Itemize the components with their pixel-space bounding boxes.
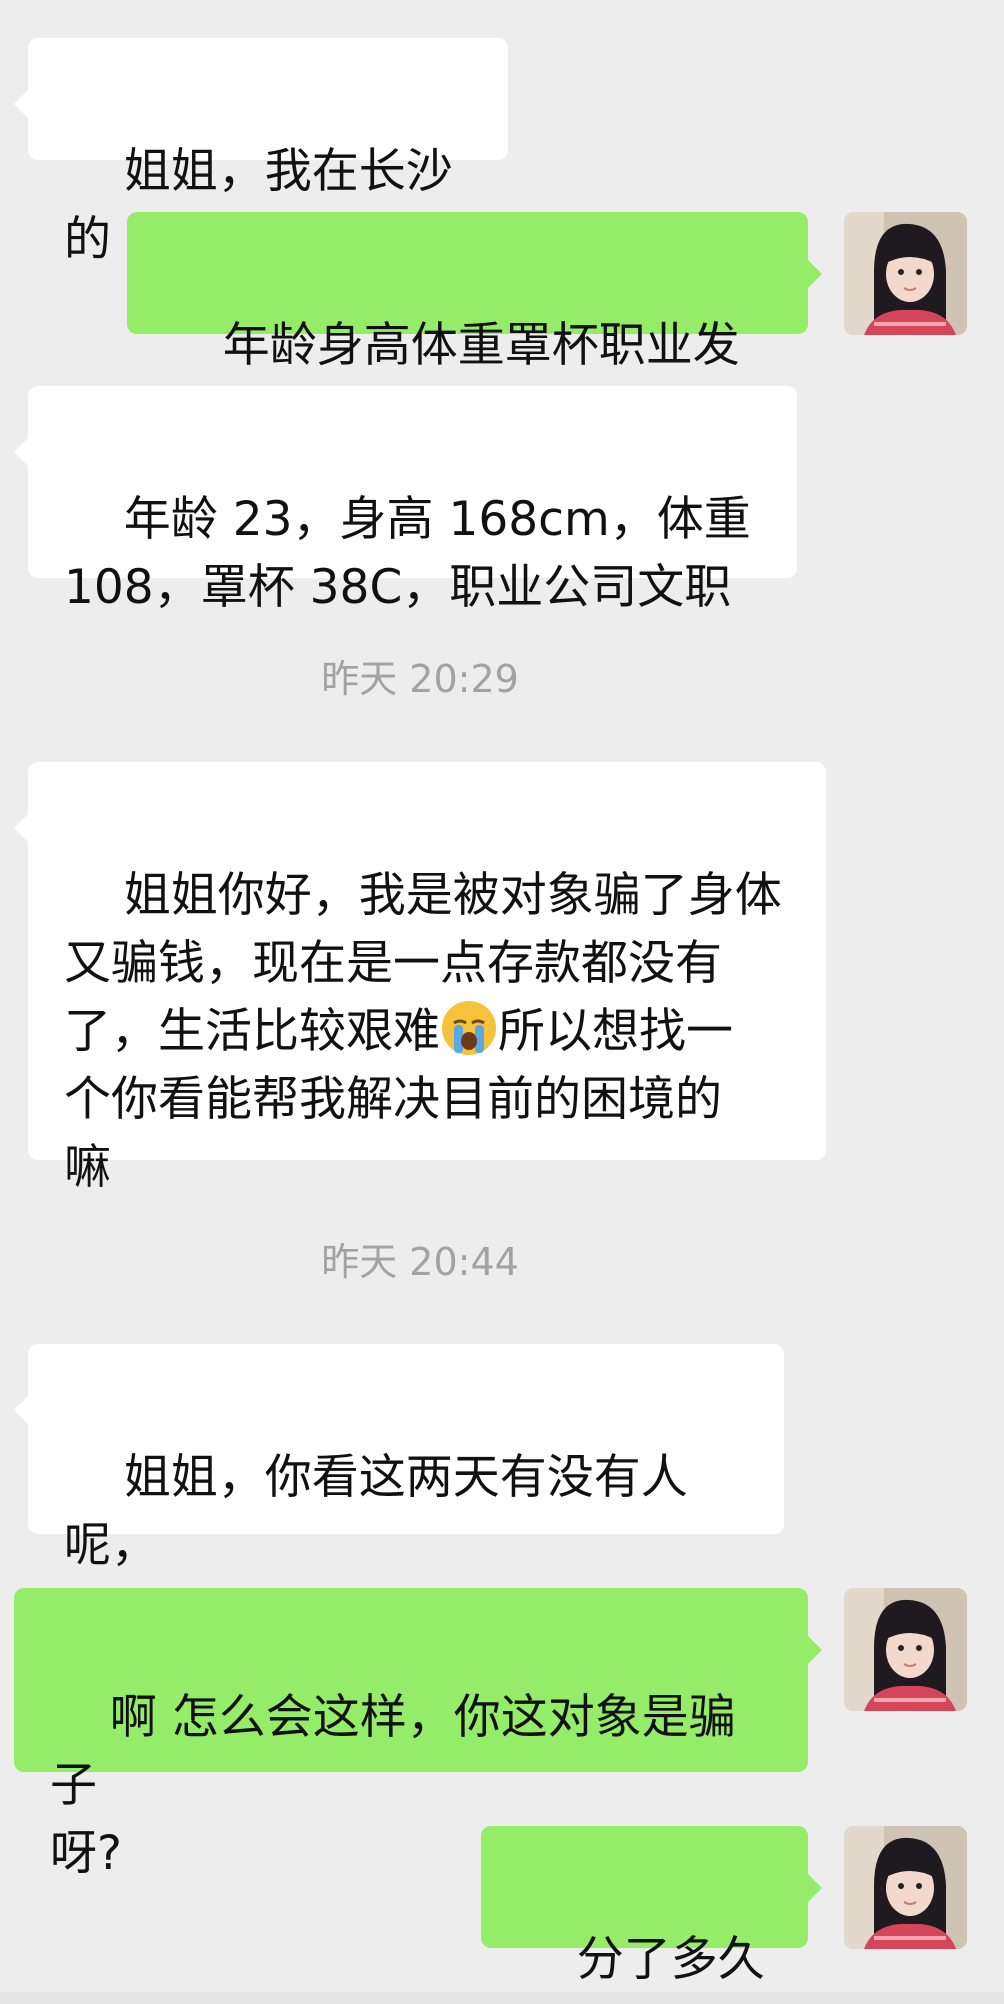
avatar-photo-icon <box>844 1588 967 1711</box>
loudly-crying-face-icon <box>440 999 498 1057</box>
message-bubble-outgoing[interactable]: 啊 怎么会这样，你这对象是骗子 呀? <box>14 1588 822 1881</box>
chat-thread: 姐姐，我在长沙的 年龄身高体重罩杯职业发我 年龄 23，身高 168cm，体重 … <box>0 0 1004 2004</box>
message-bubble-incoming[interactable]: 姐姐，你看这两天有没有人呢， 我要交房租啦 <box>14 1344 784 1641</box>
timestamp: 昨天 20:29 <box>321 657 519 701</box>
message-bubble-outgoing[interactable]: 分了多久呀 <box>481 1826 822 2004</box>
avatar-photo-icon <box>844 1826 967 1949</box>
message-bubble-incoming[interactable]: 年龄 23，身高 168cm，体重 108，罩杯 38C，职业公司文职 <box>14 386 797 615</box>
user-avatar[interactable] <box>844 1588 967 1711</box>
avatar-photo-icon <box>844 212 967 335</box>
user-avatar[interactable] <box>844 212 967 335</box>
message-bubble-incoming[interactable]: 姐姐，我在长沙的 <box>14 38 508 267</box>
message-text: 年龄 23，身高 168cm，体重 108，罩杯 38C，职业公司文职 <box>64 492 751 615</box>
input-bar-edge <box>0 1992 1004 2004</box>
timestamp: 昨天 20:44 <box>321 1240 519 1284</box>
message-bubble-outgoing[interactable]: 年龄身高体重罩杯职业发我 <box>127 212 822 441</box>
user-avatar[interactable] <box>844 1826 967 1949</box>
message-bubble-incoming[interactable]: 姐姐你好，我是被对象骗了身体 又骗钱，现在是一点存款都没有 了，生活比较艰难 所以… <box>14 762 826 1195</box>
